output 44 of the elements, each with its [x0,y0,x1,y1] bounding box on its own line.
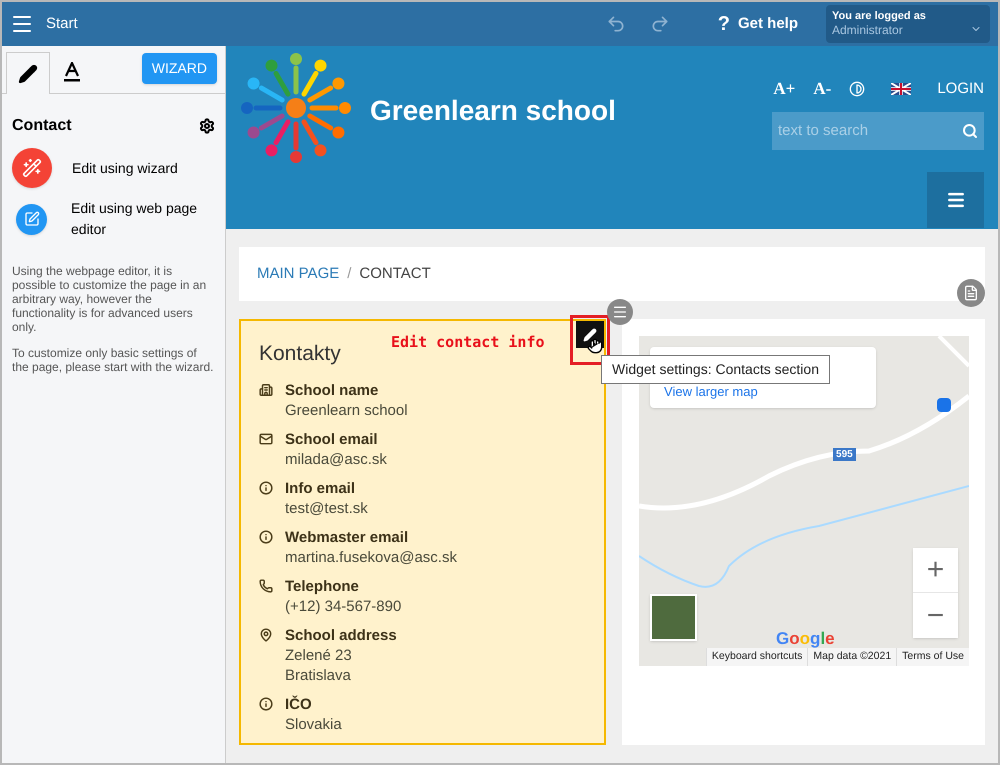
breadcrumb-item[interactable]: MAIN PAGE [257,262,340,286]
contact-value: milada@asc.sk [285,450,387,470]
contact-value: martina.fusekova@asc.sk [285,548,457,568]
wizard-button[interactable]: WIZARD [142,53,217,84]
help-icon: ? [718,9,730,39]
breadcrumb-item: CONTACT [359,264,431,284]
tooltip: Widget settings: Contacts section [601,355,830,384]
contact-label: School name [285,380,380,400]
help-paragraph: To customize only basic settings of the page, please start with the wizard. [12,346,214,374]
larger-map-link[interactable]: View larger map [664,384,758,399]
sidebar-action[interactable]: Edit using wizard [2,148,225,188]
breadcrumb-separator: / [347,264,352,284]
login-link[interactable]: LOGIN [937,78,984,100]
contact-value: Zelené 23 [285,646,353,666]
zoom-in-button[interactable]: + [913,548,958,593]
contact-label: School email [285,430,379,450]
font-increase-button[interactable]: A+ [773,76,796,102]
sidebar-heading: Contact [12,116,72,136]
map-footer-link[interactable]: Terms of Use [896,648,970,666]
search-field[interactable]: text to search [772,112,984,150]
font-decrease-button[interactable]: A- [813,76,832,102]
contact-value: Bratislava [285,666,352,686]
help-button[interactable]: ? Get help [718,9,798,39]
contact-value: Slovakia [285,714,342,734]
sidebar-action[interactable]: Edit using web page editor [2,198,225,240]
contact-label: School address [285,626,397,646]
map-footer-link[interactable]: Map data ©2021 [807,648,896,666]
contacts-title: Kontakty [259,341,341,367]
contact-label: IČO [285,694,313,714]
contact-value: test@test.sk [285,498,368,518]
start-title[interactable]: Start [46,12,78,36]
help-paragraph: Using the webpage editor, it is possible to customize the page in an arbitrary way, however the functionality is for advanced users only. [12,264,208,334]
contact-value: Greenlearn school [285,400,408,420]
annotation-text: Edit contact info [391,332,545,353]
google-logo: Google [776,628,835,650]
user-dropdown[interactable]: You are logged as Administrator [826,5,990,43]
contact-label: Telephone [285,576,360,596]
school-title: Greenlearn school [370,94,616,128]
contact-label: Webmaster email [285,528,410,548]
road-number-sign: 595 [833,448,856,461]
map-footer-link[interactable]: Keyboard shortcuts [706,648,808,666]
zoom-out-button[interactable]: − [913,593,958,638]
contact-label: Info email [285,478,356,498]
contact-value: (+12) 34-567-890 [285,596,402,616]
